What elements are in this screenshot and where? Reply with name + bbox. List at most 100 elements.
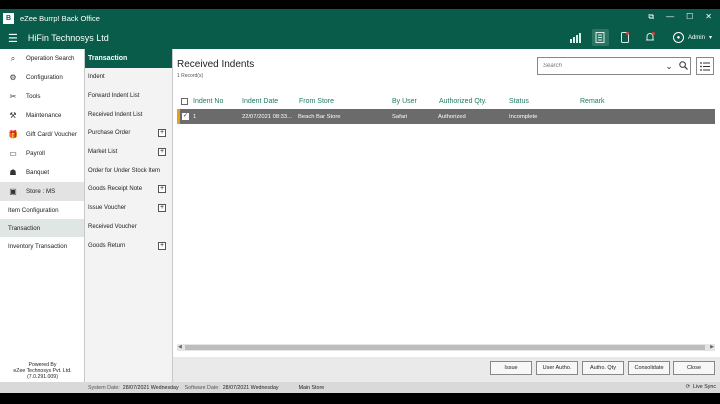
sidebar-item-maintenance[interactable]: ⚒ Maintenance (0, 106, 84, 125)
user-autho-button[interactable]: User Autho. (536, 361, 578, 375)
expand-plus-icon[interactable]: + (158, 129, 166, 138)
document-icon[interactable] (591, 29, 609, 46)
window-controls: ⧉ — ☐ ✕ (648, 12, 712, 22)
app-header: ☰ HiFin Technosys Ltd ● Admin ▾ (0, 27, 720, 49)
row-checkbox[interactable]: ✓ (182, 113, 189, 120)
sidebar-item-tools[interactable]: ✂ Tools (0, 87, 84, 106)
user-avatar-icon: ● (672, 32, 684, 43)
sidebar-item-banquet[interactable]: ☗ Banquet (0, 163, 84, 182)
column-header-status[interactable]: Status (509, 98, 529, 105)
close-button[interactable]: Close (673, 361, 715, 375)
sidebar-item-label: Gift Card/ Voucher (26, 131, 77, 138)
window-title: eZee Burrp! Back Office (20, 13, 100, 23)
column-header-by-user[interactable]: By User (392, 98, 417, 105)
cell-status: Incomplete (509, 113, 538, 120)
tools-icon: ✂ (9, 92, 17, 101)
list-view-button[interactable] (696, 57, 714, 75)
status-bar: System Date: 28/07/2021 Wednesday Softwa… (0, 382, 720, 393)
submenu-item-goods-receipt-note[interactable]: Goods Receipt Note + (85, 180, 172, 199)
user-menu[interactable]: ● Admin ▾ (672, 32, 712, 43)
submenu-item-goods-return[interactable]: Goods Return + (85, 236, 172, 255)
search-icon[interactable] (676, 60, 690, 72)
sidebar-item-gift-card[interactable]: 🎁 Gift Card/ Voucher (0, 125, 84, 144)
wrench-icon: ⚒ (9, 111, 17, 120)
issue-button[interactable]: Issue (490, 361, 532, 375)
mobile-icon[interactable] (617, 29, 634, 46)
submenu-title: Transaction (85, 49, 172, 68)
submenu-item-forward-indent-list[interactable]: Forward Indent List (85, 87, 172, 106)
maximize-button[interactable]: ☐ (686, 12, 693, 22)
submenu-item-purchase-order[interactable]: Purchase Order + (85, 124, 172, 143)
cell-by-user: Safari (392, 113, 408, 120)
live-sync[interactable]: ⟳ Live Sync (686, 384, 716, 390)
company-name: HiFin Technosys Ltd (27, 33, 109, 43)
submenu-item-indent[interactable]: Indent (85, 68, 172, 87)
chevron-down-icon[interactable]: ⌄ (662, 61, 676, 72)
current-store: Main Store (298, 384, 325, 391)
user-name: Admin (687, 34, 705, 41)
submenu-item-label: Order for Under Stock Item (88, 167, 161, 174)
cell-indent-no: 1 (193, 113, 197, 120)
cell-indent-date: 22/07/2021 08:33... (242, 113, 292, 120)
submenu-item-order-under-stock[interactable]: Order for Under Stock Item (85, 161, 172, 180)
column-header-remark[interactable]: Remark (580, 98, 605, 105)
consolidate-button[interactable]: Consolidate (628, 361, 670, 375)
submenu-item-received-indent-list[interactable]: Received Indent List (85, 105, 172, 124)
sidebar-item-label: Inventory Transaction (8, 242, 68, 250)
sidebar-item-label: Payroll (26, 150, 45, 157)
sidebar-item-operation-search[interactable]: ⌕ Operation Search (0, 49, 84, 68)
banquet-icon: ☗ (9, 168, 17, 177)
column-header-from-store[interactable]: From Store (299, 98, 334, 105)
select-all-checkbox[interactable] (181, 97, 188, 105)
chart-icon[interactable] (567, 29, 584, 46)
store-icon: ▣ (9, 187, 17, 196)
list-icon (700, 61, 710, 71)
scroll-right-icon[interactable]: ▶ (710, 344, 714, 350)
sidebar-item-store[interactable]: ▣ Store : MS (0, 182, 84, 201)
sidebar-item-label: Operation Search (26, 55, 75, 62)
gift-icon: 🎁 (8, 130, 18, 139)
expand-plus-icon[interactable]: + (158, 241, 166, 250)
sidebar-item-item-configuration[interactable]: Item Configuration (0, 201, 84, 219)
sidebar-item-label: Tools (26, 93, 41, 100)
minimize-button[interactable]: — (666, 12, 674, 22)
submenu-item-label: Goods Receipt Note (88, 186, 143, 193)
expand-plus-icon[interactable]: + (158, 204, 166, 213)
search-icon: ⌕ (10, 53, 16, 63)
main-panel: Received Indents 1 Record(s) ⌄ Indent No… (173, 49, 720, 382)
chevron-down-icon: ▾ (708, 35, 712, 41)
autho-qty-button[interactable]: Autho. Qty (582, 361, 624, 375)
scrollbar-thumb[interactable] (185, 345, 705, 350)
submenu-item-market-list[interactable]: Market List + (85, 143, 172, 162)
submenu-item-label: Forward Indent List (88, 93, 140, 100)
submenu-item-received-voucher[interactable]: Received Voucher (85, 218, 172, 237)
column-header-authorized-qty[interactable]: Authorized Qty. (439, 98, 487, 105)
sidebar-item-inventory-transaction[interactable]: Inventory Transaction (0, 237, 84, 255)
sidebar-item-payroll[interactable]: ▭ Payroll (0, 144, 84, 163)
record-count: 1 Record(s) (177, 73, 204, 79)
submenu-item-label: Received Voucher (88, 223, 137, 230)
sidebar-item-configuration[interactable]: ⚙ Configuration (0, 68, 84, 87)
powered-by: Powered By eZee Technosys Pvt. Ltd. (7.0… (0, 362, 85, 382)
grid-header: Indent No Indent Date From Store By User… (177, 94, 717, 108)
hamburger-menu-icon[interactable]: ☰ (8, 32, 18, 45)
expand-plus-icon[interactable]: + (158, 185, 166, 194)
column-header-indent-date[interactable]: Indent Date (242, 98, 278, 105)
bell-icon[interactable] (642, 29, 659, 46)
horizontal-scrollbar[interactable]: ◀ ▶ (177, 344, 715, 351)
close-window-button[interactable]: ✕ (705, 12, 712, 22)
submenu-item-issue-voucher[interactable]: Issue Voucher + (85, 199, 172, 218)
search-input[interactable] (538, 63, 662, 69)
sync-icon: ⟳ (685, 384, 691, 390)
column-header-indent-no[interactable]: Indent No (193, 98, 223, 105)
table-row[interactable]: ✓ 1 22/07/2021 08:33... Beach Bar Store … (177, 109, 715, 124)
restore-window-icon[interactable]: ⧉ (648, 12, 654, 22)
search-box: ⌄ (537, 57, 691, 75)
scroll-left-icon[interactable]: ◀ (178, 344, 182, 350)
expand-plus-icon[interactable]: + (158, 148, 166, 157)
submenu-item-label: Issue Voucher (88, 205, 127, 212)
app-logo: B (2, 11, 15, 25)
sidebar-item-transaction[interactable]: Transaction (0, 219, 84, 237)
sidebar-item-label: Transaction (8, 224, 41, 232)
window-title-bar: B eZee Burrp! Back Office ⧉ — ☐ ✕ (0, 9, 720, 27)
